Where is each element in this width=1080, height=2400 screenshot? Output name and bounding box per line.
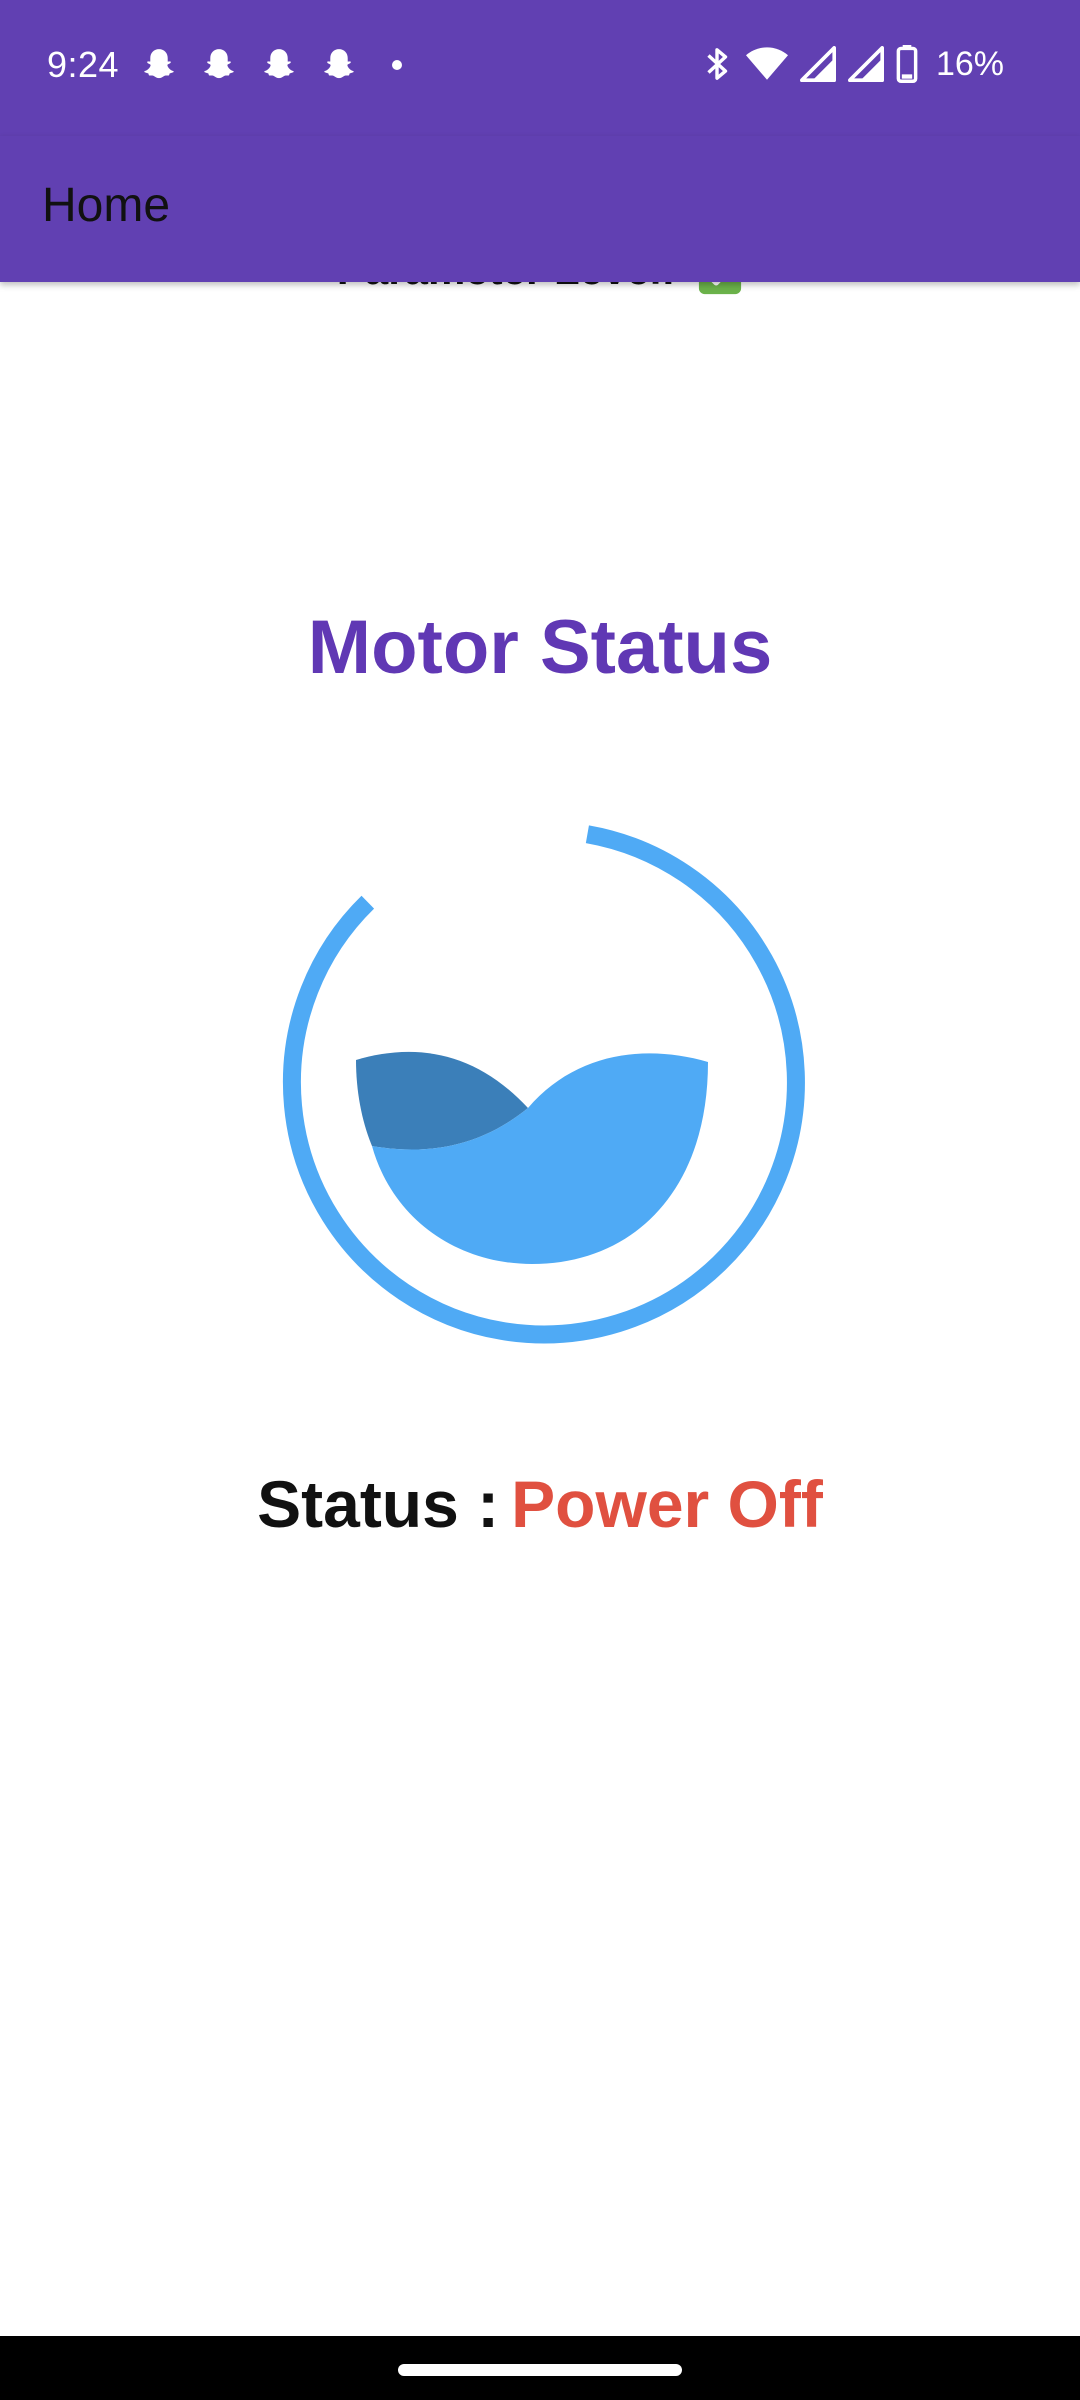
snapchat-icon <box>264 49 294 79</box>
check-mark-icon <box>699 282 742 294</box>
status-value: Power Off <box>511 1467 823 1541</box>
status-row: Status : Power Off <box>0 1466 1080 1542</box>
notification-icons <box>140 46 402 84</box>
snapchat-icon <box>144 49 174 79</box>
cell-signal-icon <box>847 46 884 82</box>
motor-status-title: Motor Status <box>307 605 773 690</box>
status-bar: 9:24 16% <box>0 0 1080 136</box>
wifi-icon <box>745 47 788 80</box>
system-navigation-bar <box>0 2336 1080 2400</box>
snapchat-icon <box>204 49 234 79</box>
screen: 9:24 16% Home Parameter Level: <box>0 0 1080 2400</box>
battery-icon <box>896 45 918 83</box>
status-label: Status : <box>257 1467 500 1541</box>
home-gesture-handle[interactable] <box>398 2364 682 2376</box>
motor-water-gauge <box>282 825 805 1344</box>
battery-percent: 16% <box>935 44 1004 83</box>
parameter-level-row: Parameter Level: <box>0 282 1080 296</box>
bluetooth-icon <box>707 48 728 80</box>
parameter-level-label: Parameter Level: <box>337 282 676 293</box>
app-bar: Home <box>0 136 1080 282</box>
page-title: Home <box>42 179 171 232</box>
main-content[interactable]: Parameter Level: Motor Status Status :Po… <box>0 282 1080 2336</box>
status-time: 9:24 <box>47 44 120 85</box>
system-icons: 16% <box>700 44 1004 84</box>
snapchat-icon <box>324 49 354 79</box>
cell-signal-icon <box>799 46 836 82</box>
more-notifications-dot <box>392 60 402 70</box>
